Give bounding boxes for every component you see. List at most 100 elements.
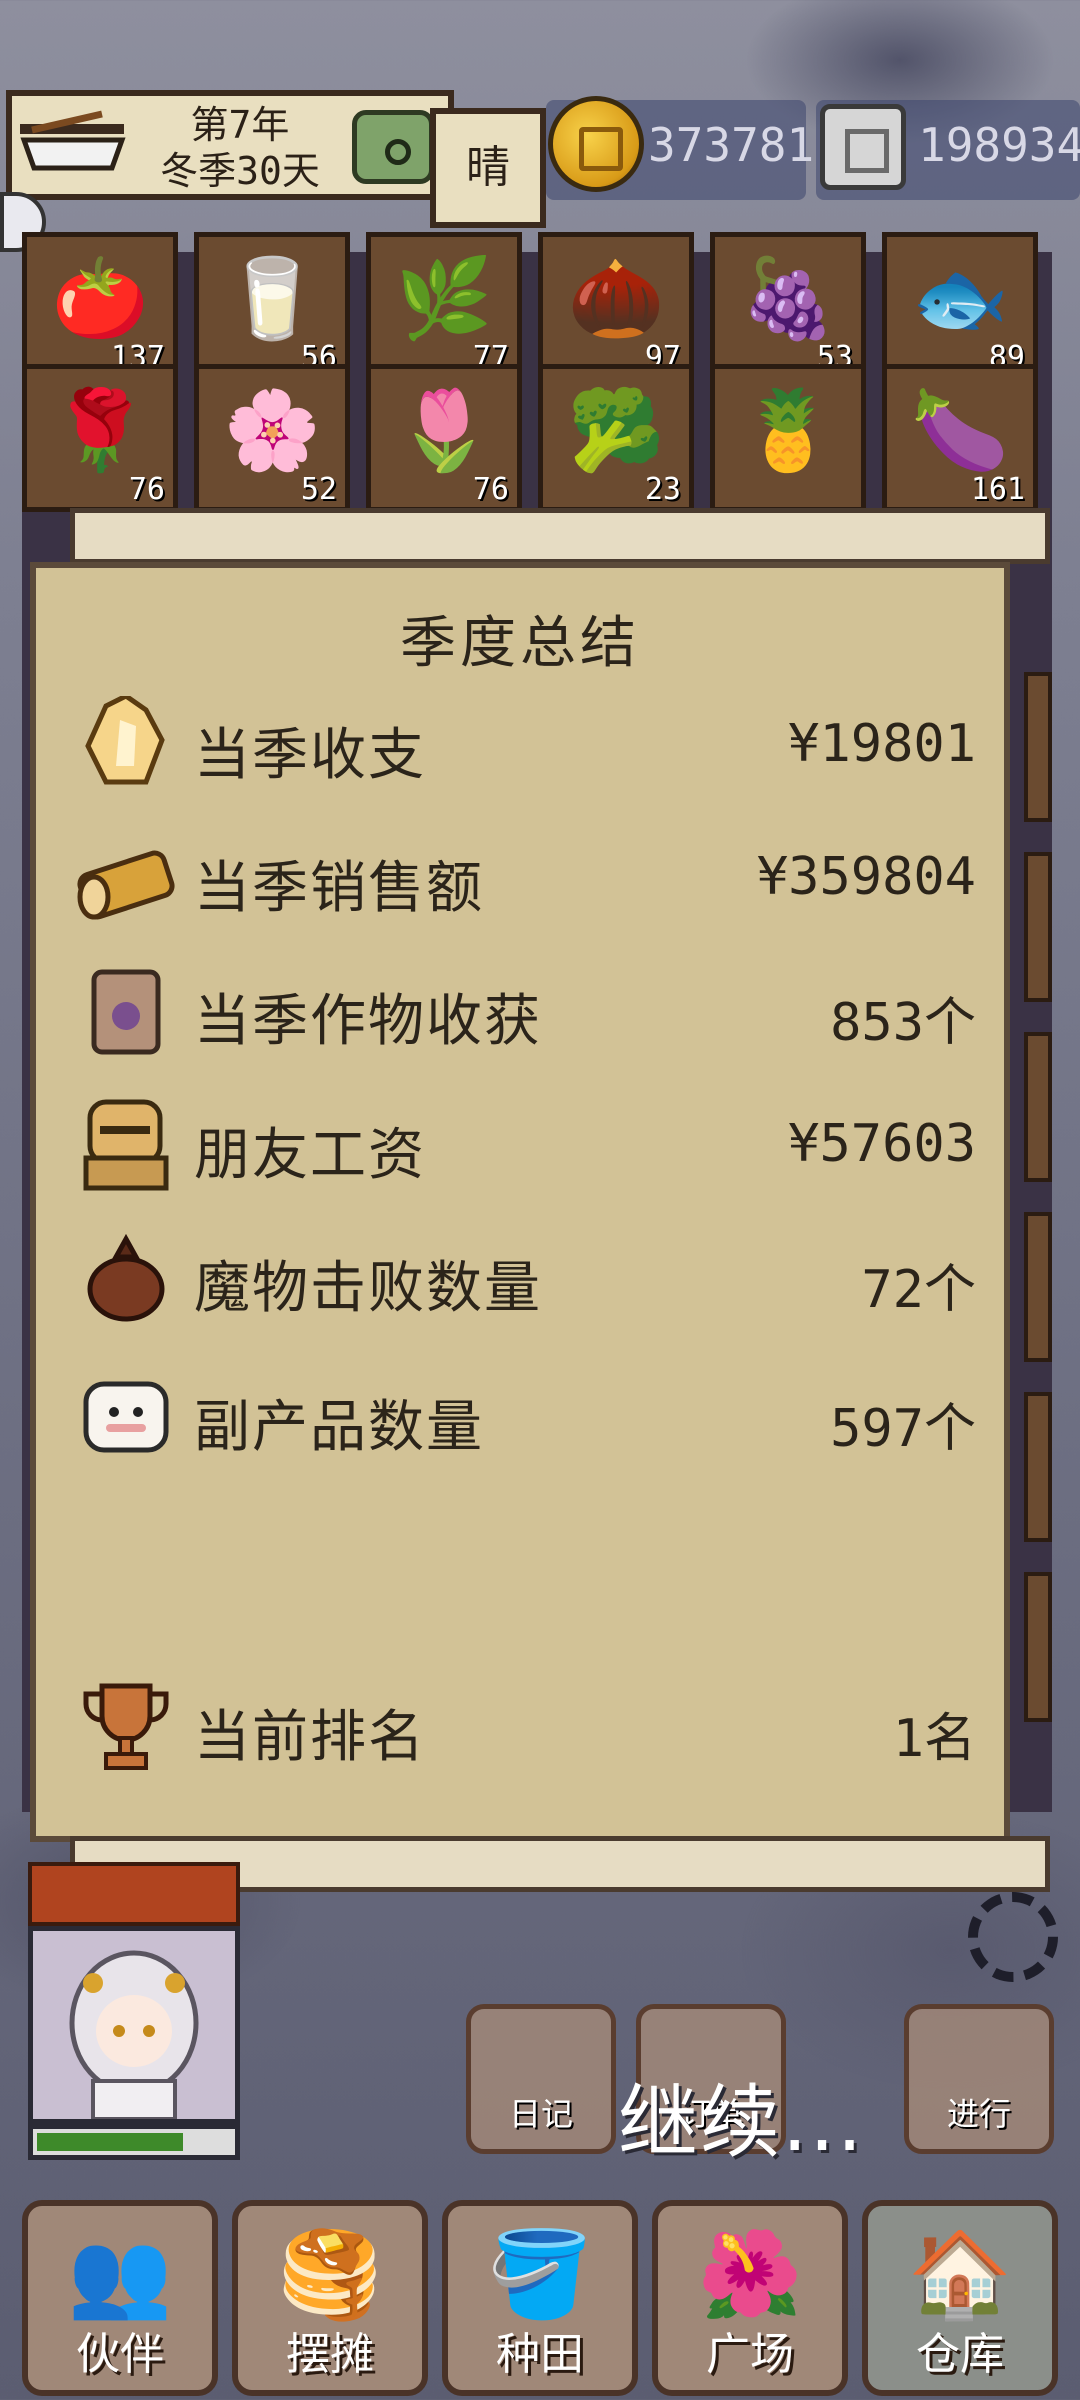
eggplant-icon: 🍆 — [911, 386, 1009, 476]
nav-watering-can-button[interactable]: 🪣 种田 — [442, 2200, 638, 2396]
season-summary-panel: 季度总结 当季收支 ¥19801 当季销售额 ¥359804 当季作物收获 85… — [30, 562, 1010, 1842]
diary-label: 日记 — [508, 2095, 573, 2133]
monsters-value: 72个 — [861, 1260, 976, 1320]
silver-coin-icon — [820, 104, 906, 190]
nav-label: 广场 — [706, 2329, 794, 2380]
pineapple-icon: 🍍 — [739, 386, 837, 476]
character-avatar-icon — [69, 1950, 199, 2121]
inventory-slot[interactable]: 🍍 — [710, 364, 866, 512]
continue-prompt[interactable]: 继续... — [618, 2058, 864, 2174]
summary-row-sales: 当季销售额 ¥359804 — [76, 821, 986, 931]
settings-gear-icon[interactable] — [968, 1892, 1058, 1982]
monsters-label: 魔物击败数量 — [194, 1256, 542, 1321]
nav-label: 伙伴 — [76, 2329, 164, 2380]
stall-icon: 🥞 — [277, 2225, 383, 2323]
proceed-label: 进行 — [946, 2095, 1011, 2133]
weather-label: 晴 — [430, 108, 546, 228]
summary-row-harvest: 当季作物收获 853个 — [76, 954, 986, 1064]
health-bar — [28, 2124, 240, 2160]
inventory-slot[interactable]: 🥛 56 — [194, 232, 350, 380]
sales-value: ¥359804 — [756, 847, 976, 907]
summary-title: 季度总结 — [400, 611, 640, 676]
nav-warehouse-button[interactable]: 🏠 仓库 — [862, 2200, 1058, 2396]
inventory-slot[interactable] — [1024, 852, 1052, 1002]
bread-icon — [77, 850, 175, 920]
wages-label: 朋友工资 — [194, 1123, 426, 1188]
gold-coin-icon — [548, 96, 644, 192]
cauliflower-icon: 🥦 — [567, 386, 665, 476]
proceed-button[interactable]: 进行 — [904, 2004, 1054, 2154]
rose-icon: 🌹 — [51, 386, 149, 476]
item-count: 161 — [970, 472, 1025, 507]
nav-stall-button[interactable]: 🥞 摆摊 — [232, 2200, 428, 2396]
sheep-icon — [83, 1381, 169, 1453]
grape-icon: 🍇 — [739, 254, 837, 344]
sales-label: 当季销售额 — [194, 856, 484, 921]
summary-row-balance: 当季收支 ¥19801 — [76, 688, 986, 798]
harvest-label: 当季作物收获 — [194, 989, 542, 1054]
nav-plaza-flower-button[interactable]: 🌺 广场 — [652, 2200, 848, 2396]
item-count: 23 — [644, 472, 681, 507]
inventory-slot[interactable] — [1024, 1212, 1052, 1362]
summary-row-monsters: 魔物击败数量 72个 — [76, 1221, 986, 1331]
item-count: 76 — [128, 472, 165, 507]
inventory-slot[interactable]: 🌿 77 — [366, 232, 522, 380]
warehouse-icon: 🏠 — [907, 2225, 1013, 2323]
calendar-button[interactable] — [352, 110, 434, 184]
bottom-nav: 👥 伙伴 🥞 摆摊 🪣 种田 🌺 广场 🏠 仓库 — [22, 2200, 1058, 2396]
summary-row-wages: 朋友工资 ¥57603 — [76, 1088, 986, 1198]
inventory-slot[interactable] — [1024, 1392, 1052, 1542]
inventory-slot[interactable]: 🌰 97 — [538, 232, 694, 380]
crystal-icon — [85, 696, 165, 785]
partner-icon: 👥 — [67, 2225, 173, 2323]
inventory-slot[interactable]: 🍆 161 — [882, 364, 1038, 512]
wages-value: ¥57603 — [788, 1114, 976, 1174]
season-day-label: 冬季30天 — [160, 149, 320, 193]
summary-row-byproducts: 副产品数量 597个 — [76, 1360, 986, 1470]
harvest-value: 853个 — [830, 993, 976, 1053]
gem-value: 198934 — [918, 118, 1080, 172]
plaza-flower-icon: 🌺 — [697, 2225, 803, 2323]
inventory-slot[interactable]: 🥦 23 — [538, 364, 694, 512]
rank-label: 当前排名 — [194, 1705, 426, 1770]
inventory-slot[interactable]: 🐟 89 — [882, 232, 1038, 380]
nav-label: 摆摊 — [286, 2329, 374, 2380]
inventory-slot[interactable] — [1024, 1032, 1052, 1182]
nav-label: 种田 — [496, 2329, 584, 2380]
herb-icon: 🌿 — [395, 254, 493, 344]
item-count: 76 — [472, 472, 509, 507]
byproducts-label: 副产品数量 — [194, 1395, 484, 1460]
diary-button[interactable]: 日记 — [466, 2004, 616, 2154]
orchid-icon: 🌸 — [223, 386, 321, 476]
character-status-tag — [28, 1862, 240, 1926]
year-label: 第7年 — [190, 103, 290, 147]
inventory-slot[interactable]: 🍇 53 — [710, 232, 866, 380]
fish-icon: 🐟 — [911, 254, 1009, 344]
nut-icon: 🌰 — [567, 254, 665, 344]
summary-row-rank: 当前排名 1名 — [76, 1670, 986, 1780]
nav-partner-button[interactable]: 👥 伙伴 — [22, 2200, 218, 2396]
inventory-slot[interactable] — [1024, 1572, 1052, 1722]
coin-value: 373781 — [648, 118, 815, 172]
rank-value: 1名 — [892, 1709, 976, 1769]
byproducts-value: 597个 — [830, 1399, 976, 1459]
milk-icon: 🥛 — [223, 254, 321, 344]
trophy-icon — [83, 1683, 169, 1770]
worker-icon — [83, 1099, 169, 1191]
inventory-slot[interactable]: 🌷 76 — [366, 364, 522, 512]
character-portrait[interactable] — [28, 1926, 240, 2124]
tulip-icon: 🌷 — [395, 386, 493, 476]
seed-bag-icon — [91, 969, 161, 1055]
balance-label: 当季收支 — [194, 723, 426, 788]
inventory-slot[interactable]: 🍅 137 — [22, 232, 178, 380]
date-panel[interactable]: 第7年 冬季30天 — [6, 90, 454, 200]
tomato-icon: 🍅 — [51, 254, 149, 344]
loot-bag-icon — [87, 1233, 165, 1322]
inventory-slot[interactable]: 🌸 52 — [194, 364, 350, 512]
inventory-slot[interactable]: 🌹 76 — [22, 364, 178, 512]
watering-can-icon: 🪣 — [487, 2225, 593, 2323]
inventory-slot[interactable] — [1024, 672, 1052, 822]
item-count: 52 — [300, 472, 337, 507]
noodle-bowl-icon — [20, 110, 126, 171]
scroll-top-roll — [70, 508, 1050, 564]
